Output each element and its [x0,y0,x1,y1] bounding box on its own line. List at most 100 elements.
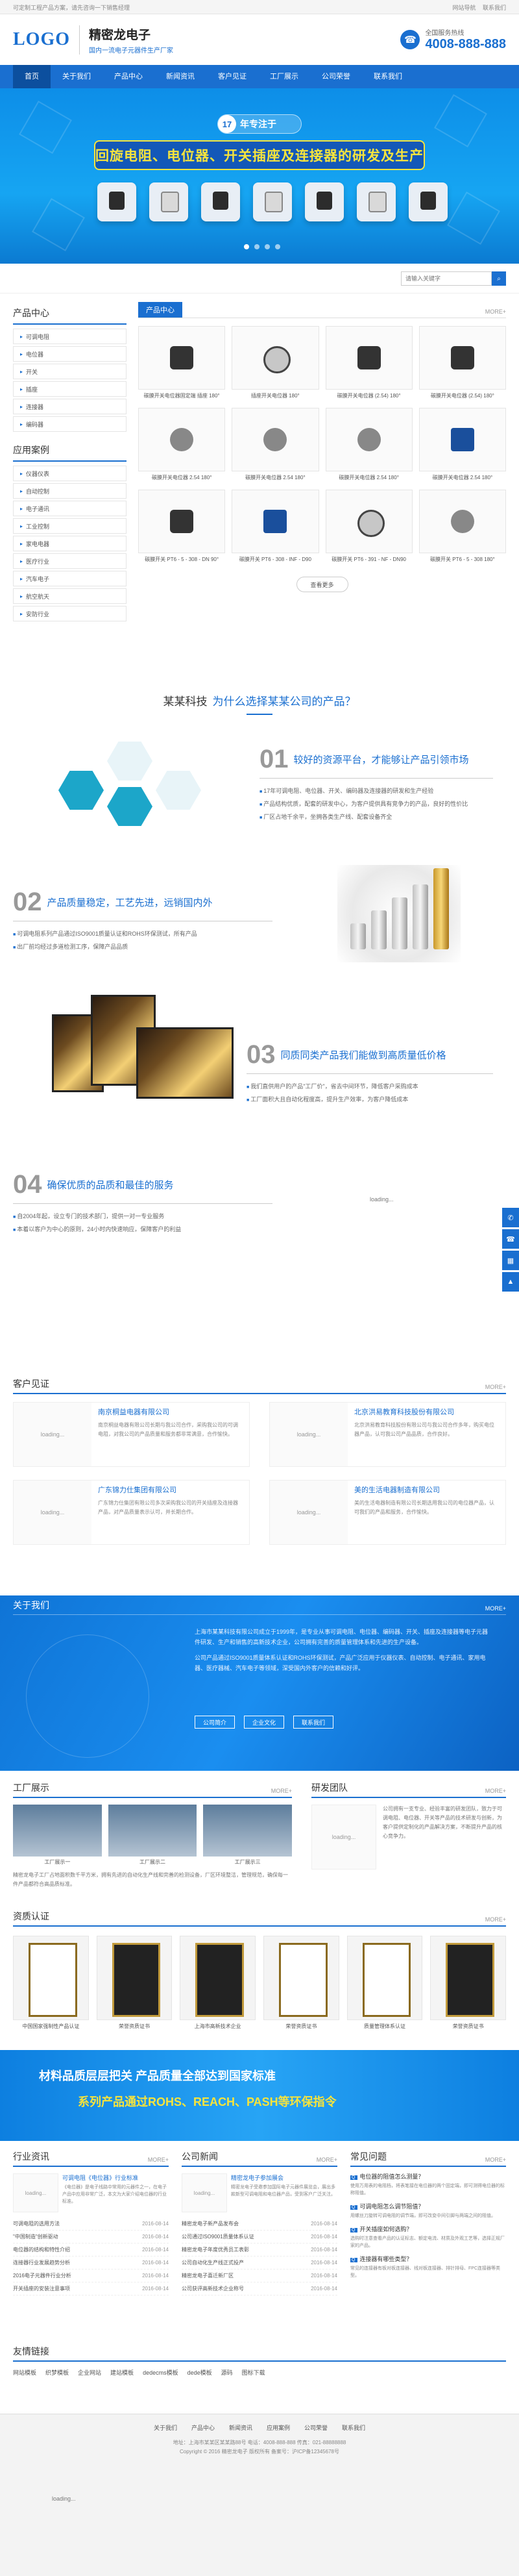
contact-link[interactable]: 联系我们 [483,5,506,11]
cert-card[interactable]: 上海市高新技术企业 [180,1936,256,2030]
sidebar-item-case[interactable]: 电子通讯 [13,501,127,516]
news-item[interactable]: 电位器的结构和特性介绍 2016-08-14 [13,2244,169,2257]
factory-more-link[interactable]: MORE+ [271,1788,292,1797]
certs-more-link[interactable]: MORE+ [485,1916,506,1925]
nav-honors[interactable]: 公司荣誉 [310,65,362,88]
product-card[interactable]: 碳膜开关电位器 2.54 180° [138,408,226,483]
sidebar-item-category[interactable]: 可调电阻 [13,329,127,344]
nav-products[interactable]: 产品中心 [103,65,154,88]
friend-link[interactable]: 网站模板 [13,2368,36,2377]
factory-photo[interactable]: 工厂展示三 [203,1805,293,1866]
sidebar-item-case[interactable]: 家电电器 [13,536,127,551]
sidebar-item-category[interactable]: 电位器 [13,346,127,362]
faq-item[interactable]: 连接器有哪些类型？常见的连接器有板对板连接器、线对板连接器、排针排母、FPC连接… [350,2255,506,2279]
product-card[interactable]: 碳膜开关 PT6 - 308 - INF - D90 [232,490,319,565]
about-more-link[interactable]: MORE+ [485,1605,506,1614]
company-news-more-link[interactable]: MORE+ [317,2157,337,2166]
search-input[interactable] [401,271,492,286]
nav-testimonials[interactable]: 客户见证 [206,65,258,88]
friend-link[interactable]: dedecms模板 [143,2368,178,2377]
sidebar-item-case[interactable]: 汽车电子 [13,571,127,586]
product-card[interactable]: 插座开关电位器 180° [232,326,319,401]
cert-card[interactable]: 荣誉资质证书 [430,1936,507,2030]
footer-nav-link[interactable]: 联系我们 [342,2423,365,2432]
friend-link[interactable]: 图标下载 [242,2368,265,2377]
nav-home[interactable]: 首页 [13,65,51,88]
faq-item[interactable]: 可调电阻怎么调节阻值？用螺丝刀旋转可调电阻的调节端，即可改变中间引脚与两端之间的… [350,2202,506,2220]
factory-photo[interactable]: 工厂展示二 [108,1805,197,1866]
industry-news-more-link[interactable]: MORE+ [148,2157,169,2166]
news-item[interactable]: 精密龙电子年度优秀员工表彰 2016-08-14 [182,2244,337,2257]
footer-nav-link[interactable]: 应用案例 [267,2423,290,2432]
phone-icon[interactable]: ☎ [502,1229,519,1249]
friend-link[interactable]: 建站模板 [110,2368,134,2377]
news-item[interactable]: 可调电阻的选用方法 2016-08-14 [13,2218,169,2231]
product-card[interactable]: 碳膜开关电位器 2.54 180° [232,408,319,483]
footer-nav-link[interactable]: 新闻资讯 [229,2423,252,2432]
cert-card[interactable]: 荣誉资质证书 [263,1936,339,2030]
news-item[interactable]: 公司通过ISO9001质量体系认证 2016-08-14 [182,2231,337,2244]
sidebar-item-category[interactable]: 编码器 [13,416,127,432]
team-more-link[interactable]: MORE+ [485,1788,506,1797]
sidebar-item-category[interactable]: 开关 [13,364,127,379]
product-card[interactable]: 碳膜开关电位器固定端 插座 180° [138,326,226,401]
nav-news[interactable]: 新闻资讯 [154,65,206,88]
products-more-link[interactable]: MORE+ [485,308,506,318]
view-more-button[interactable]: 查看更多 [296,577,348,592]
factory-photo[interactable]: 工厂展示一 [13,1805,102,1866]
sidebar-item-category[interactable]: 插座 [13,381,127,397]
cert-card[interactable]: 质量管理体系认证 [346,1936,423,2030]
sidebar-item-case[interactable]: 工业控制 [13,518,127,534]
carousel-dot[interactable] [265,244,270,249]
carousel-dot[interactable] [275,244,280,249]
carousel-dot[interactable] [254,244,260,249]
sidebar-item-case[interactable]: 安防行业 [13,606,127,621]
testimonials-more-link[interactable]: MORE+ [485,1384,506,1393]
about-culture-button[interactable]: 企业文化 [244,1716,284,1729]
about-intro-button[interactable]: 公司简介 [195,1716,235,1729]
product-card[interactable]: 碳膜开关电位器 (2.54) 180° [418,326,506,401]
news-item[interactable]: 连接器行业发展趋势分析 2016-08-14 [13,2257,169,2270]
featured-news[interactable]: loading... 可调电阻《电位器》行业标准 《电位器》是电子线路中常用的元器… [13,2173,169,2212]
cert-card[interactable]: 荣誉资质证书 [96,1936,173,2030]
news-item[interactable]: 公司获评高新技术企业称号 2016-08-14 [182,2282,337,2295]
nav-about[interactable]: 关于我们 [51,65,103,88]
faq-more-link[interactable]: MORE+ [485,2157,506,2166]
nav-factory[interactable]: 工厂展示 [258,65,310,88]
news-item[interactable]: 精密龙电子喜迁新厂区 2016-08-14 [182,2270,337,2282]
news-item[interactable]: 开关插座的安装注意事项 2016-08-14 [13,2282,169,2295]
testimonial-card[interactable]: loading... 北京洪易教育科技股份有限公司 北京洪易教育科技股份有限公司与… [269,1402,506,1467]
logo[interactable]: LOGO [13,29,70,50]
sidebar-item-case[interactable]: 自动控制 [13,483,127,499]
product-card[interactable]: 碳膜开关电位器 (2.54) 180° [325,326,413,401]
faq-item[interactable]: 电位器的阻值怎么测量？使用万用表的电阻档，将表笔接在电位器的两个固定端，即可测得… [350,2172,506,2197]
qq-icon[interactable]: ✆ [502,1208,519,1227]
back-to-top-icon[interactable]: ▲ [502,1272,519,1292]
sidebar-item-category[interactable]: 连接器 [13,399,127,414]
product-card[interactable]: 碳膜开关 PT6 - 5 - 308 - DN 90° [138,490,226,565]
featured-news[interactable]: loading... 精密龙电子参加展会 精密龙电子受邀参加国际电子元器件展览会，… [182,2173,337,2212]
about-contact-button[interactable]: 联系我们 [293,1716,333,1729]
product-card[interactable]: 碳膜开关电位器 2.54 180° [418,408,506,483]
wechat-icon[interactable]: ▦ [502,1251,519,1270]
friend-link[interactable]: 企业网站 [78,2368,101,2377]
footer-nav-link[interactable]: 产品中心 [191,2423,215,2432]
product-card[interactable]: 碳膜开关 PT6 - 391 - NF - DN90 [325,490,413,565]
product-card[interactable]: 碳膜开关电位器 2.54 180° [325,408,413,483]
news-item[interactable]: 公司自动化生产线正式投产 2016-08-14 [182,2257,337,2270]
footer-nav-link[interactable]: 关于我们 [154,2423,177,2432]
search-icon[interactable]: ⌕ [492,271,506,286]
faq-item[interactable]: 开关插座如何选购？选购时注意查看产品的认证标志、额定电流、材质及外观工艺等，选择… [350,2225,506,2249]
footer-nav-link[interactable]: 公司荣誉 [304,2423,328,2432]
sidebar-item-case[interactable]: 航空航天 [13,588,127,604]
sidebar-item-case[interactable]: 医疗行业 [13,553,127,569]
testimonial-card[interactable]: loading... 美的生活电器制造有限公司 美的生活电器制造有限公司长期选用我… [269,1480,506,1545]
nav-contact[interactable]: 联系我们 [362,65,414,88]
testimonial-card[interactable]: loading... 南京桐益电器有限公司 南京桐益电器有限公司长期与我公司合作，… [13,1402,250,1467]
friend-link[interactable]: 织梦模板 [45,2368,69,2377]
sidebar-item-case[interactable]: 仪器仪表 [13,466,127,481]
product-card[interactable]: 碳膜开关 PT6 - 5 - 308 180° [418,490,506,565]
news-item[interactable]: 2016电子元器件行业分析 2016-08-14 [13,2270,169,2282]
testimonial-card[interactable]: loading... 广东锦力仕集团有限公司 广东锦力仕集团有限公司多次采购我公司… [13,1480,250,1545]
news-item[interactable]: 精密龙电子新产品发布会 2016-08-14 [182,2218,337,2231]
